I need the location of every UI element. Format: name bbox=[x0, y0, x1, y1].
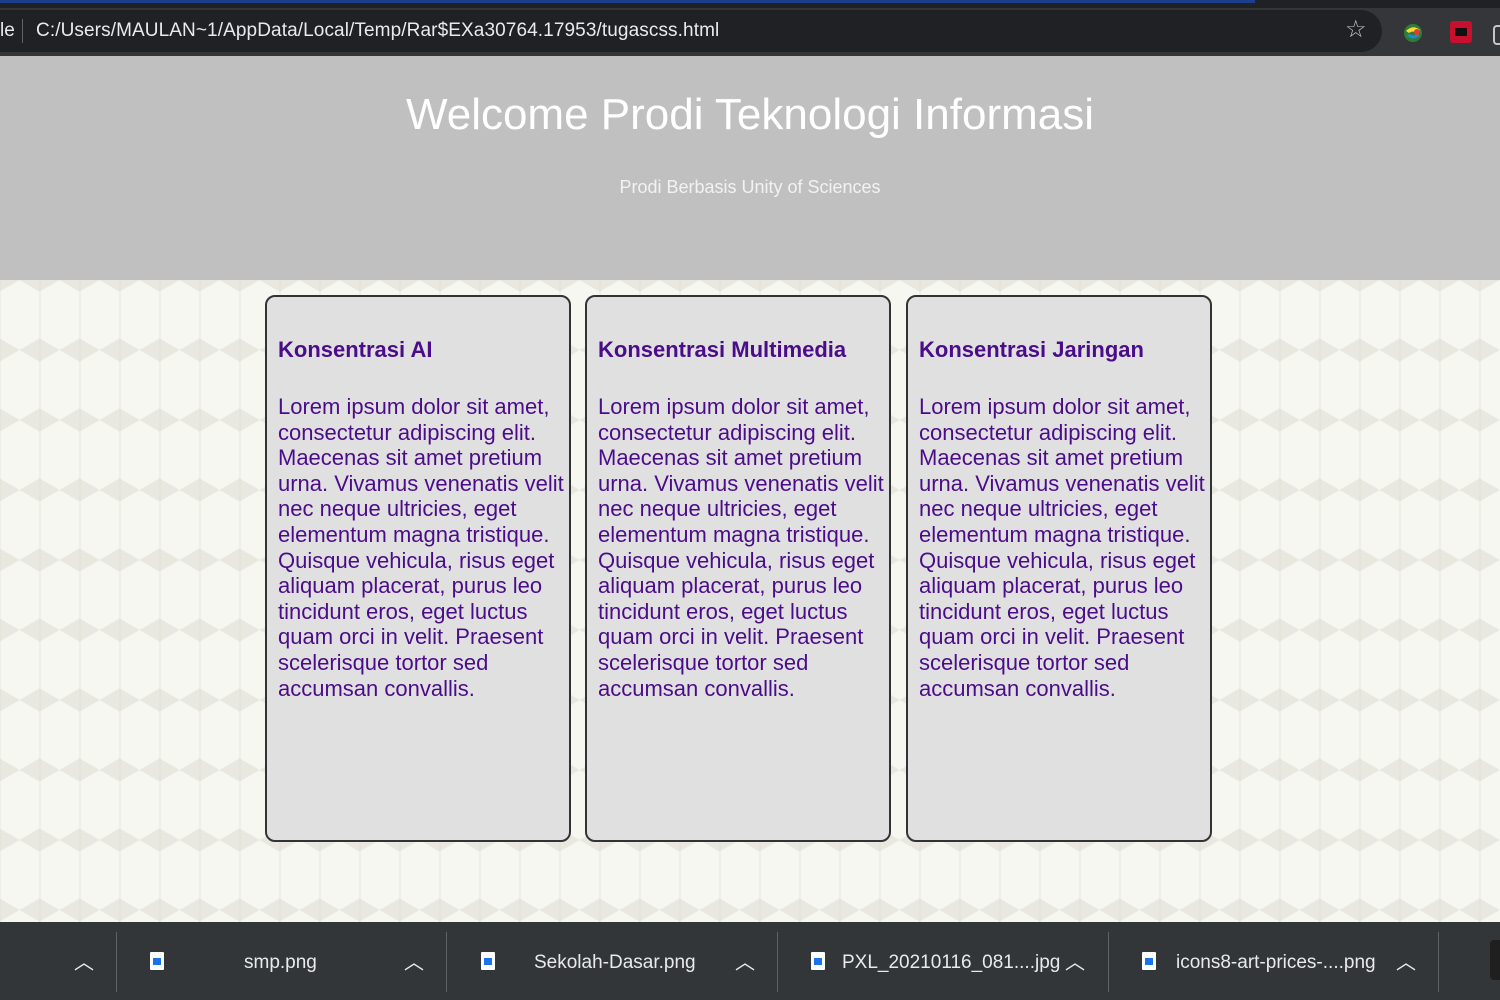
download-divider bbox=[1438, 932, 1439, 992]
chevron-up-icon[interactable]: ︿ bbox=[735, 946, 755, 975]
card-konsentrasi-ai: Konsentrasi AI Lorem ipsum dolor sit ame… bbox=[265, 295, 571, 842]
download-item[interactable]: smp.png bbox=[124, 922, 444, 1000]
colorful-extension-icon[interactable] bbox=[1402, 22, 1424, 44]
download-item[interactable]: Sekolah-Dasar.png bbox=[455, 922, 775, 1000]
card-konsentrasi-multimedia: Konsentrasi Multimedia Lorem ipsum dolor… bbox=[585, 295, 891, 842]
star-icon[interactable]: ☆ bbox=[1345, 15, 1367, 44]
card-konsentrasi-jaringan: Konsentrasi Jaringan Lorem ipsum dolor s… bbox=[906, 295, 1212, 842]
file-icon bbox=[1142, 952, 1156, 970]
red-extension-icon[interactable] bbox=[1450, 21, 1472, 43]
download-filename: icons8-art-prices-....png bbox=[1176, 952, 1376, 973]
browser-toolbar: le C:/Users/MAULAN~1/AppData/Local/Temp/… bbox=[0, 8, 1500, 56]
download-item[interactable]: icons8-art-prices-....png bbox=[1116, 922, 1436, 1000]
chevron-up-icon[interactable]: ︿ bbox=[1065, 946, 1085, 975]
file-icon bbox=[481, 952, 495, 970]
download-divider bbox=[777, 932, 778, 992]
content-area: Konsentrasi AI Lorem ipsum dolor sit ame… bbox=[0, 280, 1500, 922]
download-divider bbox=[116, 932, 117, 992]
chevron-up-icon[interactable]: ︿ bbox=[1396, 946, 1416, 975]
url-text[interactable]: C:/Users/MAULAN~1/AppData/Local/Temp/Rar… bbox=[36, 20, 719, 42]
chevron-up-icon[interactable]: ︿ bbox=[404, 946, 424, 975]
card-body: Lorem ipsum dolor sit amet, consectetur … bbox=[598, 394, 884, 701]
page-subtitle: Prodi Berbasis Unity of Sciences bbox=[619, 177, 881, 197]
card-title: Konsentrasi Jaringan bbox=[919, 337, 1144, 362]
download-divider bbox=[1108, 932, 1109, 992]
page-header: Welcome Prodi Teknologi Informasi Prodi … bbox=[0, 56, 1500, 280]
file-icon bbox=[150, 952, 164, 970]
address-bar[interactable]: le C:/Users/MAULAN~1/AppData/Local/Temp/… bbox=[0, 10, 1382, 52]
active-tab-indicator bbox=[0, 0, 1255, 3]
address-bar-divider bbox=[22, 19, 23, 43]
download-divider bbox=[446, 932, 447, 992]
page-title: Welcome Prodi Teknologi Informasi bbox=[405, 90, 1094, 139]
download-bar: ︿ smp.png ︿ Sekolah-Dasar.png ︿ PXL_2021… bbox=[0, 922, 1500, 1000]
card-body: Lorem ipsum dolor sit amet, consectetur … bbox=[919, 394, 1205, 701]
site-info-label[interactable]: le bbox=[0, 20, 15, 42]
download-filename: smp.png bbox=[244, 952, 317, 973]
card-title: Konsentrasi Multimedia bbox=[598, 337, 847, 362]
card-body: Lorem ipsum dolor sit amet, consectetur … bbox=[278, 394, 564, 701]
download-filename: PXL_20210116_081....jpg bbox=[842, 952, 1061, 973]
file-icon bbox=[811, 952, 825, 970]
show-all-downloads-button[interactable] bbox=[1490, 940, 1500, 980]
download-item[interactable]: PXL_20210116_081....jpg bbox=[785, 922, 1105, 1000]
card-title: Konsentrasi AI bbox=[278, 337, 433, 362]
partial-extension-icon[interactable] bbox=[1493, 25, 1500, 45]
red-extension-icon-glyph bbox=[1455, 28, 1467, 36]
chevron-up-icon[interactable]: ︿ bbox=[74, 946, 94, 975]
download-filename: Sekolah-Dasar.png bbox=[534, 952, 696, 973]
